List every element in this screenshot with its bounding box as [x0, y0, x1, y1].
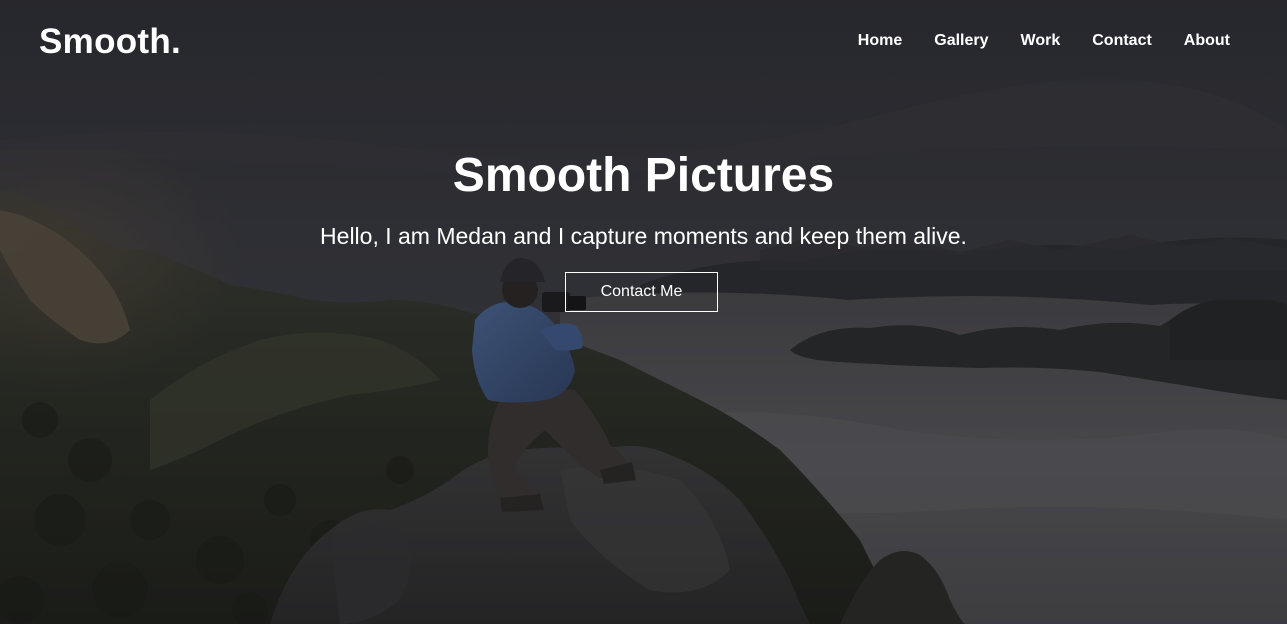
nav-link-gallery[interactable]: Gallery — [934, 29, 988, 53]
brand-logo[interactable]: Smooth. — [39, 20, 181, 64]
hero-subtitle: Hello, I am Medan and I capture moments … — [320, 223, 967, 249]
nav-link-contact[interactable]: Contact — [1092, 29, 1152, 53]
nav-link-work[interactable]: Work — [1021, 29, 1061, 53]
nav-link-about[interactable]: About — [1184, 29, 1230, 53]
main-nav: Home Gallery Work Contact About — [826, 29, 1230, 53]
contact-me-button[interactable]: Contact Me — [565, 272, 718, 312]
nav-link-home[interactable]: Home — [858, 29, 902, 53]
hero-section: Smooth. Home Gallery Work Contact About … — [0, 0, 1287, 624]
hero-background-image — [0, 0, 1287, 624]
hero-title: Smooth Pictures — [452, 149, 835, 202]
